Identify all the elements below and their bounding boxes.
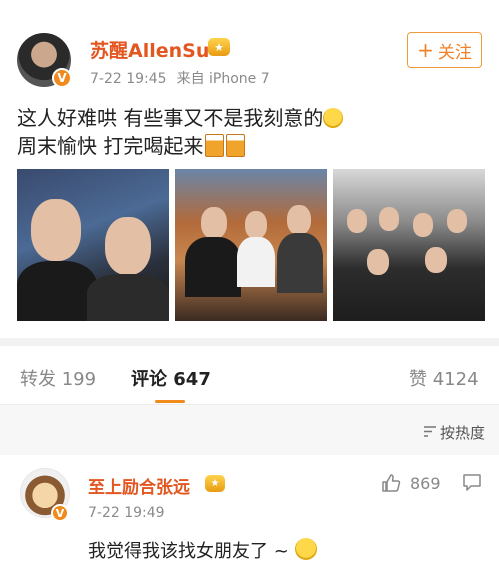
tab-comments-count: 647	[173, 369, 211, 390]
tab-comments[interactable]: 评论 647	[131, 365, 211, 391]
verified-badge-icon: V	[52, 68, 72, 88]
tab-repost-label: 转发	[20, 369, 56, 390]
follow-label: 关注	[437, 42, 472, 63]
crown-badge-icon: ★	[205, 475, 225, 492]
verified-badge-icon: V	[51, 504, 69, 522]
weibo-post: V 苏醒AllenSu ★ 7-22 19:45 来自 iPhone 7 + 关注…	[0, 0, 499, 338]
tab-repost[interactable]: 转发 199	[20, 365, 96, 391]
sort-bar: 按热度	[0, 405, 499, 455]
reply-icon	[463, 474, 481, 491]
plus-icon: +	[417, 38, 434, 62]
post-meta: 7-22 19:45 来自 iPhone 7	[90, 68, 270, 88]
post-photo-3[interactable]	[333, 169, 485, 321]
tab-likes[interactable]: 赞 4124	[409, 365, 479, 391]
beer-icon	[226, 134, 246, 157]
beer-icon	[205, 134, 225, 157]
tab-repost-count: 199	[61, 369, 97, 390]
commenter-name[interactable]: 至上励合张远	[88, 473, 190, 498]
post-line-2: 周末愉快 打完喝起来	[17, 134, 204, 158]
sort-icon	[423, 424, 437, 442]
post-photo-2[interactable]	[175, 169, 327, 321]
follow-button[interactable]: + 关注	[407, 32, 482, 68]
sort-by-hot-button[interactable]: 按热度	[423, 422, 485, 443]
post-tabs: 转发 199 评论 647 赞 4124	[0, 346, 499, 405]
comment-item: V 至上励合张远 ★ 7-22 19:49 869 我觉得我该找女朋友了 ~	[0, 455, 499, 563]
emoji-icon	[323, 108, 344, 128]
sort-label: 按热度	[439, 424, 485, 442]
reply-button[interactable]	[462, 473, 482, 496]
crown-badge-icon: ★	[208, 38, 230, 56]
post-text: 这人好难哄 有些事又不是我刻意的 周末愉快 打完喝起来	[17, 104, 344, 160]
comment-time: 7-22 19:49	[88, 505, 165, 521]
tab-comments-label: 评论	[131, 369, 167, 390]
comment-like-count: 869	[410, 473, 441, 493]
tab-likes-label: 赞	[409, 369, 427, 390]
like-icon	[382, 474, 401, 492]
post-source: 来自 iPhone 7	[176, 71, 270, 87]
post-photo-1[interactable]	[17, 169, 169, 321]
active-tab-indicator	[155, 400, 185, 403]
comment-like-button[interactable]: 869	[381, 473, 441, 493]
tab-likes-count: 4124	[432, 369, 479, 390]
comment-text-body: 我觉得我该找女朋友了 ~	[88, 541, 289, 562]
comment-text: 我觉得我该找女朋友了 ~	[88, 537, 317, 563]
post-line-1: 这人好难哄 有些事又不是我刻意的	[17, 106, 324, 130]
author-name[interactable]: 苏醒AllenSu	[90, 36, 209, 63]
emoji-icon	[294, 538, 317, 560]
post-time: 7-22 19:45	[90, 71, 167, 87]
section-divider	[0, 338, 499, 346]
